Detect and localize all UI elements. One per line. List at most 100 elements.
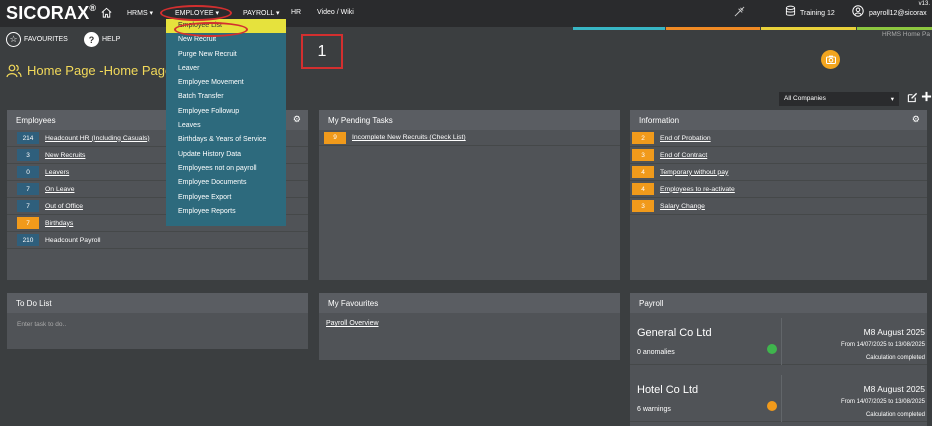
gear-icon[interactable]: ⚙ (912, 114, 920, 125)
payroll-company-row[interactable]: General Co Ltd 0 anomalies M8 August 202… (630, 318, 927, 365)
pending-tasks-header: My Pending Tasks (319, 110, 620, 130)
user-email[interactable]: payroll12@sicorax (869, 10, 927, 17)
annotation-ellipse-employee-list (174, 22, 248, 37)
dropdown-item[interactable]: Batch Transfer (166, 90, 286, 104)
dropdown-item[interactable]: Leaves (166, 119, 286, 133)
payroll-company-row[interactable]: Hotel Co Ltd 6 warnings M8 August 2025 F… (630, 375, 927, 422)
user-icon[interactable] (852, 5, 864, 17)
list-item[interactable]: 4 Employees to re-activate (630, 181, 927, 198)
count-badge: 210 (17, 234, 39, 246)
annotation-step-box: 1 (301, 34, 343, 69)
payroll-range: From 14/07/2025 to 13/08/2025 (840, 399, 925, 405)
todo-panel: To Do List Enter task to do.. (7, 293, 308, 349)
employee-stat-label[interactable]: Leavers (45, 169, 69, 176)
payroll-calc-status: Calculation completed (865, 355, 925, 361)
camera-icon (825, 55, 836, 64)
favourites-link[interactable]: ☆ FAVOURITES (6, 32, 68, 47)
employee-stat-label: Headcount Payroll (45, 236, 101, 244)
information-link[interactable]: End of Probation (660, 135, 711, 142)
count-badge: 7 (17, 200, 39, 212)
dropdown-item[interactable]: Employee Documents (166, 176, 286, 190)
database-icon (785, 5, 796, 16)
employee-stat-label[interactable]: Headcount HR (Including Casuals) (45, 135, 150, 142)
help-icon: ? (84, 32, 99, 47)
list-item[interactable]: 4 Temporary without pay (630, 164, 927, 181)
list-item[interactable]: 3 Salary Change (630, 198, 927, 215)
home-icon[interactable] (100, 6, 113, 19)
gear-icon[interactable]: ⚙ (293, 114, 301, 125)
dropdown-item[interactable]: Employees not on payroll (166, 162, 286, 176)
payroll-month: M8 August 2025 (863, 384, 925, 394)
favourites-panel: My Favourites Payroll Overview (319, 293, 620, 360)
company-select[interactable]: All Companies ▾ (779, 92, 899, 106)
dropdown-item[interactable]: Employee Reports (166, 205, 286, 219)
version-label: v13. (918, 1, 930, 7)
dropdown-item[interactable]: Leaver (166, 62, 286, 76)
list-item[interactable]: 210 Headcount Payroll (7, 232, 308, 249)
pin-off-icon[interactable] (734, 6, 745, 17)
status-dot (767, 401, 777, 411)
dropdown-item[interactable]: Update History Data (166, 148, 286, 162)
users-icon (6, 64, 22, 77)
list-item[interactable]: 9 Incomplete New Recruits (Check List) (319, 130, 620, 146)
employee-stat-label[interactable]: Birthdays (45, 220, 73, 227)
count-badge: 2 (632, 132, 654, 144)
help-link[interactable]: ? HELP (84, 32, 120, 47)
count-badge: 4 (632, 183, 654, 195)
dropdown-item[interactable]: Purge New Recruit (166, 48, 286, 62)
count-badge: 7 (17, 217, 39, 229)
favourite-payroll-overview[interactable]: Payroll Overview (319, 313, 620, 334)
information-link[interactable]: End of Contract (660, 152, 707, 159)
dropdown-item[interactable]: Employee Movement (166, 76, 286, 90)
training-label[interactable]: Training 12 (800, 10, 835, 17)
accent-bar-orange (666, 27, 760, 30)
nav-payroll[interactable]: PAYROLL ▾ (243, 9, 279, 17)
nav-hrms[interactable]: HRMS ▾ (127, 9, 153, 17)
information-panel: Information ⚙ 2 End of Probation 3 End of C… (630, 110, 927, 280)
information-link[interactable]: Employees to re-activate (660, 186, 735, 193)
edit-icon[interactable] (907, 92, 918, 103)
list-item[interactable]: 3 End of Contract (630, 147, 927, 164)
count-badge: 3 (632, 149, 654, 161)
dropdown-item[interactable]: Employee Followup (166, 105, 286, 119)
nav-video-wiki[interactable]: Video / Wiki (317, 9, 354, 16)
todo-input[interactable]: Enter task to do.. (7, 313, 308, 336)
nav-hr[interactable]: HR (291, 9, 301, 16)
employee-stat-label[interactable]: Out of Office (45, 203, 83, 210)
payroll-status: 0 anomalies (637, 349, 675, 356)
payroll-status: 6 warnings (637, 406, 671, 413)
employee-stat-label[interactable]: New Recruits (45, 152, 85, 159)
annotation-ellipse-employee (160, 5, 232, 21)
information-link[interactable]: Salary Change (660, 203, 705, 210)
information-link[interactable]: Temporary without pay (660, 169, 728, 176)
page-title: Home Page -Home Page (6, 63, 172, 78)
hrms-home-breadcrumb[interactable]: HRMS Home Pa (882, 31, 930, 38)
count-badge: 214 (17, 132, 39, 144)
payroll-month: M8 August 2025 (863, 327, 925, 337)
dropdown-item[interactable]: Employee Export (166, 191, 286, 205)
information-header: Information ⚙ (630, 110, 927, 130)
employee-stat-label[interactable]: On Leave (45, 186, 74, 193)
accent-bar-teal (573, 27, 665, 30)
payroll-company-name: General Co Ltd (637, 327, 712, 339)
count-badge: 4 (632, 166, 654, 178)
count-badge: 7 (17, 183, 39, 195)
count-badge: 0 (17, 166, 39, 178)
pending-task-link[interactable]: Incomplete New Recruits (Check List) (352, 134, 466, 141)
status-dot (767, 344, 777, 354)
dropdown-item[interactable]: Birthdays & Years of Service (166, 133, 286, 147)
top-navigation-bar: SICORAX® HRMS ▾ EMPLOYEE ▾ PAYROLL ▾ HR … (0, 0, 932, 27)
todo-header: To Do List (7, 293, 308, 313)
payroll-company-name: Hotel Co Ltd (637, 384, 699, 396)
count-badge: 9 (324, 131, 346, 144)
profile-avatar[interactable] (821, 50, 840, 69)
star-icon: ☆ (6, 32, 21, 47)
accent-bar-green (857, 27, 932, 30)
payroll-calc-status: Calculation completed (865, 412, 925, 418)
sicorax-logo[interactable]: SICORAX® (6, 3, 96, 24)
count-badge: 3 (17, 149, 39, 161)
list-item[interactable]: 2 End of Probation (630, 130, 927, 147)
add-icon[interactable] (921, 91, 932, 102)
pending-tasks-panel: My Pending Tasks 9 Incomplete New Recrui… (319, 110, 620, 280)
payroll-header: Payroll (630, 293, 927, 313)
